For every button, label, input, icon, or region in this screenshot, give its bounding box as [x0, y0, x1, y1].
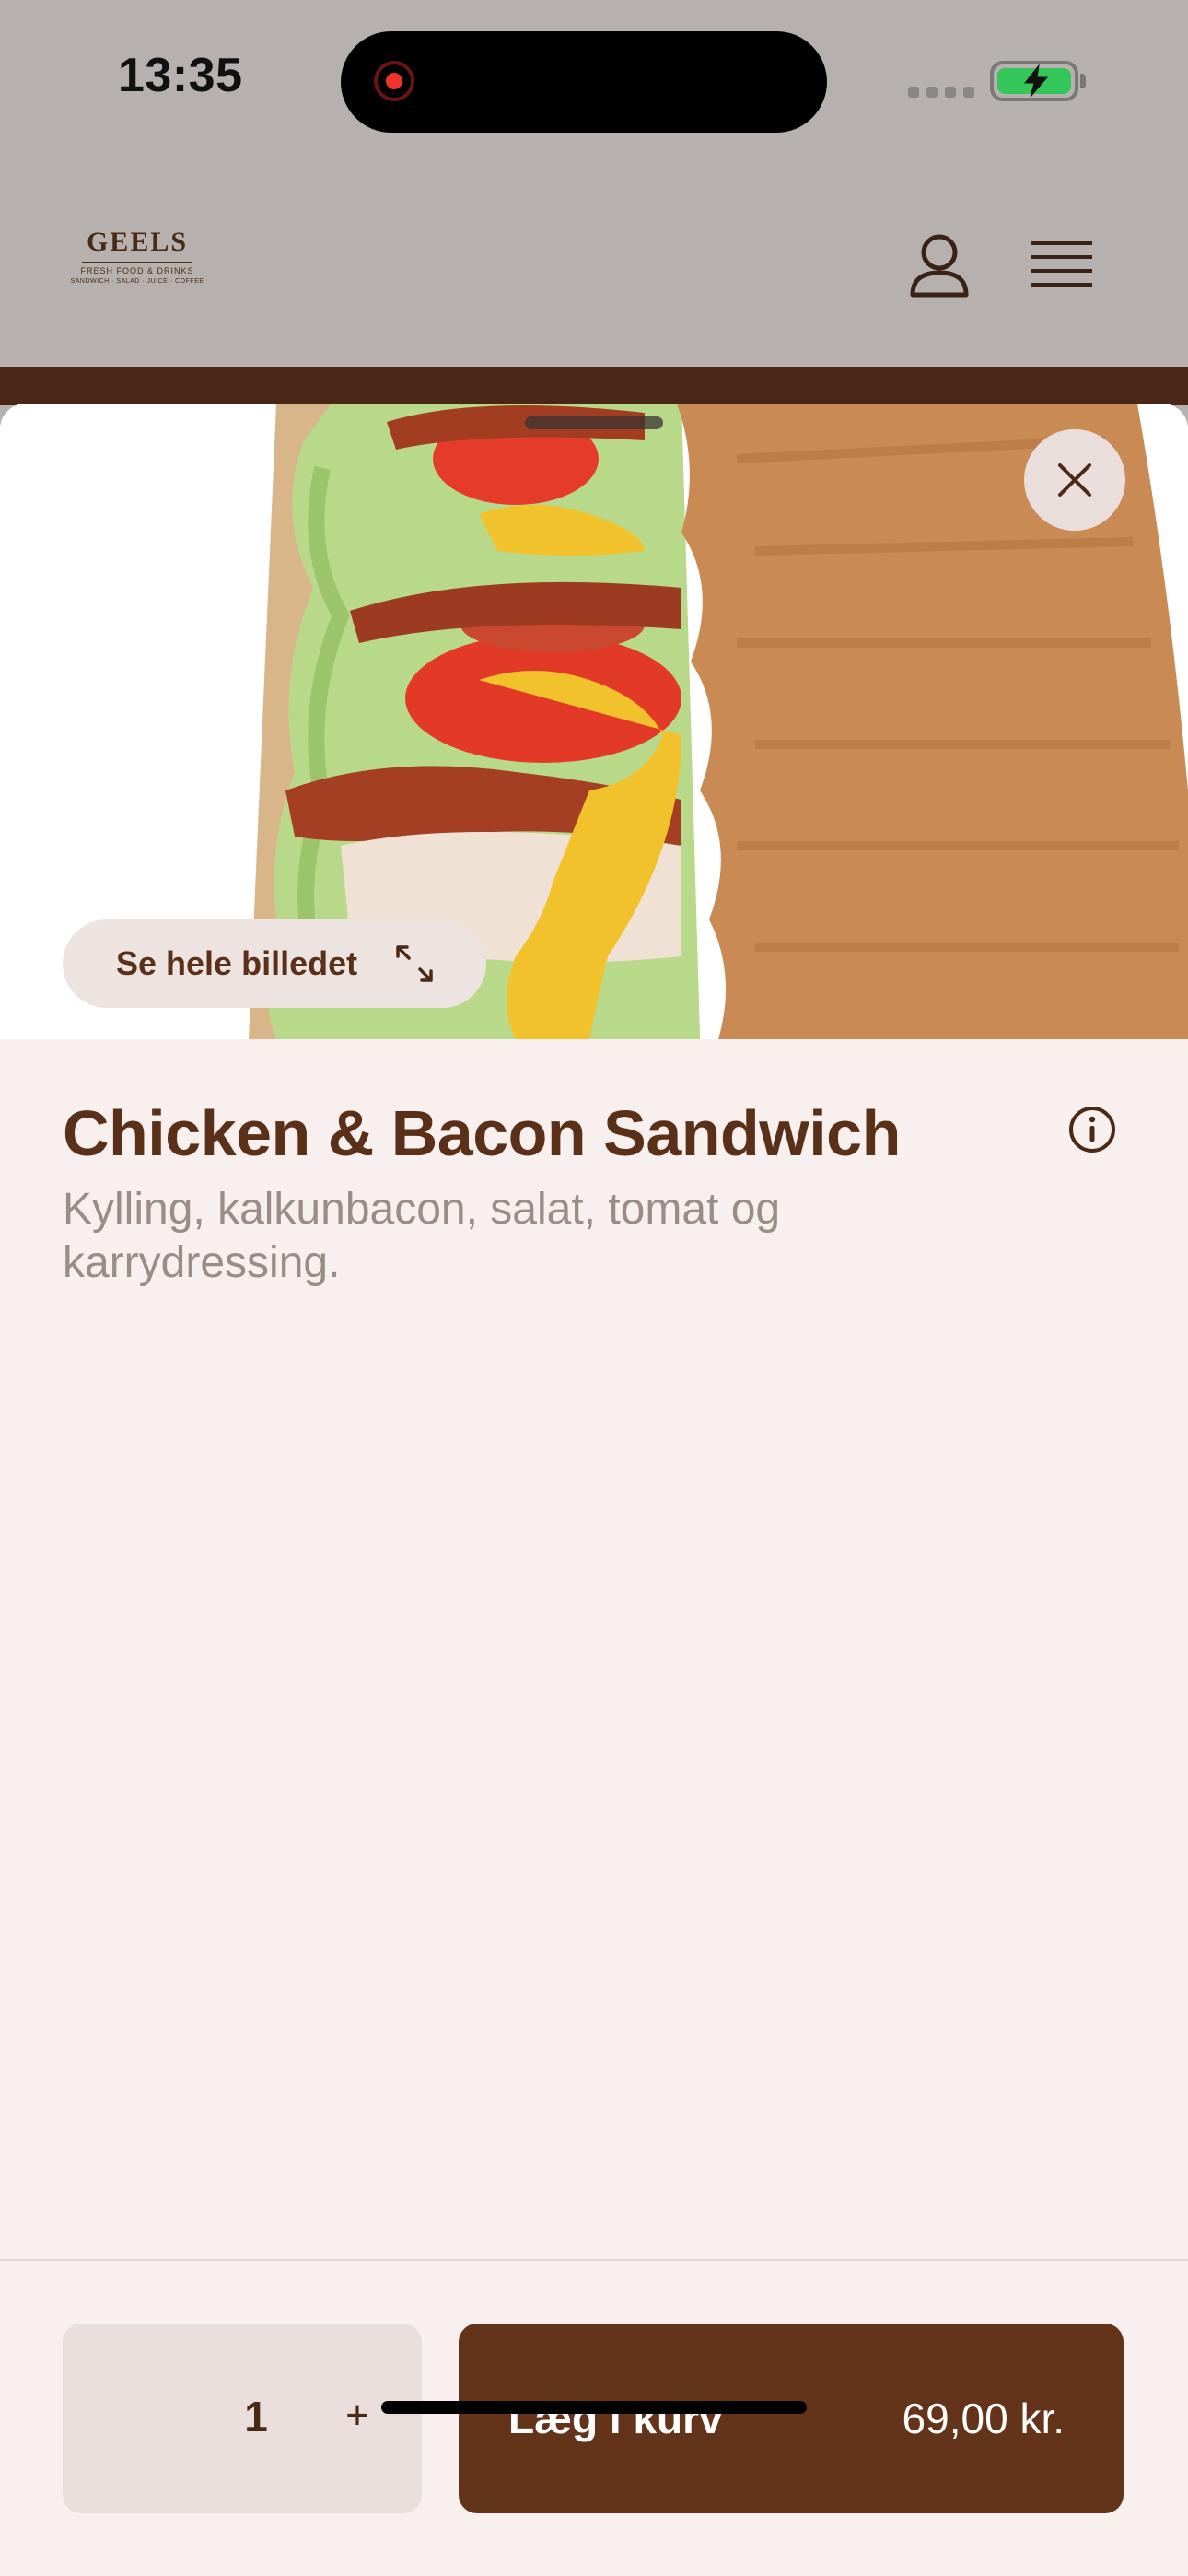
- product-price: 69,00 kr.: [902, 2395, 1065, 2442]
- info-icon[interactable]: [1068, 1106, 1116, 1153]
- recording-indicator-icon: [374, 61, 414, 101]
- expand-icon: [396, 945, 433, 982]
- logo-tagline: FRESH FOOD & DRINKS: [80, 266, 194, 275]
- quantity-value: 1: [244, 2393, 268, 2441]
- sheet-grabber[interactable]: [525, 416, 663, 429]
- user-profile-icon[interactable]: [907, 232, 972, 299]
- status-time: 13:35: [118, 49, 243, 102]
- home-indicator[interactable]: [381, 2401, 807, 2414]
- product-title: Chicken & Bacon Sandwich: [63, 1097, 901, 1169]
- category-nav-strip: [0, 367, 1188, 405]
- cellular-signal-icon: [908, 87, 974, 98]
- see-full-image-button[interactable]: Se hele billedet: [63, 919, 486, 1008]
- close-icon: [1058, 463, 1091, 497]
- logo-name: GEELS: [86, 227, 189, 257]
- status-bar: 13:35: [0, 0, 1188, 166]
- battery-charging-icon: [990, 61, 1078, 101]
- product-image[interactable]: Se hele billedet: [0, 404, 1188, 1039]
- increase-quantity-button[interactable]: +: [330, 2388, 385, 2443]
- dynamic-island: [341, 31, 827, 133]
- product-sheet: Se hele billedet Chicken & Bacon Sandwic…: [0, 404, 1188, 2576]
- close-button[interactable]: [1024, 429, 1125, 531]
- footer-divider: [0, 2259, 1188, 2261]
- see-full-image-label: Se hele billedet: [116, 944, 358, 982]
- quantity-stepper: 1 +: [63, 2324, 422, 2513]
- geels-logo[interactable]: GEELS FRESH FOOD & DRINKS SANDWICH · SAL…: [68, 227, 206, 285]
- logo-subtagline: SANDWICH · SALAD · JUICE · COFFEE: [70, 278, 204, 285]
- hamburger-menu-icon[interactable]: [1031, 240, 1092, 289]
- battery-cap: [1080, 74, 1086, 88]
- app-header: GEELS FRESH FOOD & DRINKS SANDWICH · SAL…: [0, 166, 1188, 367]
- product-description: Kylling, kalkunbacon, salat, tomat og ka…: [63, 1185, 781, 1287]
- add-to-cart-button[interactable]: Læg i kurv 69,00 kr.: [459, 2324, 1124, 2513]
- bolt-icon: [1023, 64, 1049, 98]
